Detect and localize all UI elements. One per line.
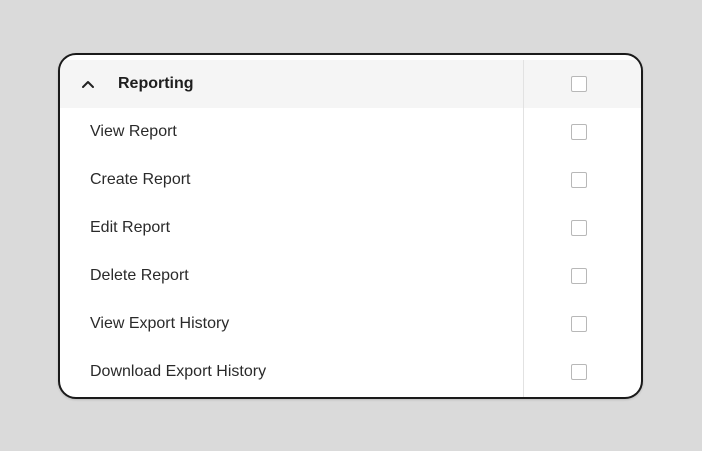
chevron-up-icon[interactable] [78, 74, 98, 94]
section-select-all-checkbox[interactable] [571, 76, 587, 92]
permission-label-cell: View Export History [60, 300, 523, 348]
permission-checkbox-delete-report[interactable] [571, 268, 587, 284]
permission-row-view-report: View Report [60, 108, 641, 156]
permission-label: View Report [90, 123, 177, 140]
permission-checkbox-download-export-history[interactable] [571, 364, 587, 380]
permission-check-cell [524, 204, 634, 252]
permission-label: Delete Report [90, 267, 189, 284]
permission-check-cell [524, 300, 634, 348]
section-title: Reporting [118, 75, 194, 92]
permission-checkbox-view-export-history[interactable] [571, 316, 587, 332]
section-header-reporting[interactable]: Reporting [60, 60, 641, 108]
permission-label-cell: Delete Report [60, 252, 523, 300]
permission-label-cell: View Report [60, 108, 523, 156]
permission-checkbox-view-report[interactable] [571, 124, 587, 140]
permission-checkbox-edit-report[interactable] [571, 220, 587, 236]
permission-label-cell: Edit Report [60, 204, 523, 252]
permission-checkbox-create-report[interactable] [571, 172, 587, 188]
permission-label: Create Report [90, 171, 191, 188]
permission-row-create-report: Create Report [60, 156, 641, 204]
permissions-panel: Reporting View Report Create Report Edit… [58, 53, 643, 399]
section-check-cell [524, 60, 634, 108]
permission-check-cell [524, 252, 634, 300]
permission-label: Download Export History [90, 363, 267, 380]
permission-check-cell [524, 348, 634, 396]
permission-check-cell [524, 108, 634, 156]
permission-row-download-export-history: Download Export History [60, 348, 641, 396]
permission-row-view-export-history: View Export History [60, 300, 641, 348]
section-header-label-cell: Reporting [60, 60, 523, 108]
permission-label-cell: Download Export History [60, 348, 523, 396]
permission-row-edit-report: Edit Report [60, 204, 641, 252]
permission-row-delete-report: Delete Report [60, 252, 641, 300]
permission-label: Edit Report [90, 219, 171, 236]
permission-label-cell: Create Report [60, 156, 523, 204]
permission-label: View Export History [90, 315, 230, 332]
permission-check-cell [524, 156, 634, 204]
